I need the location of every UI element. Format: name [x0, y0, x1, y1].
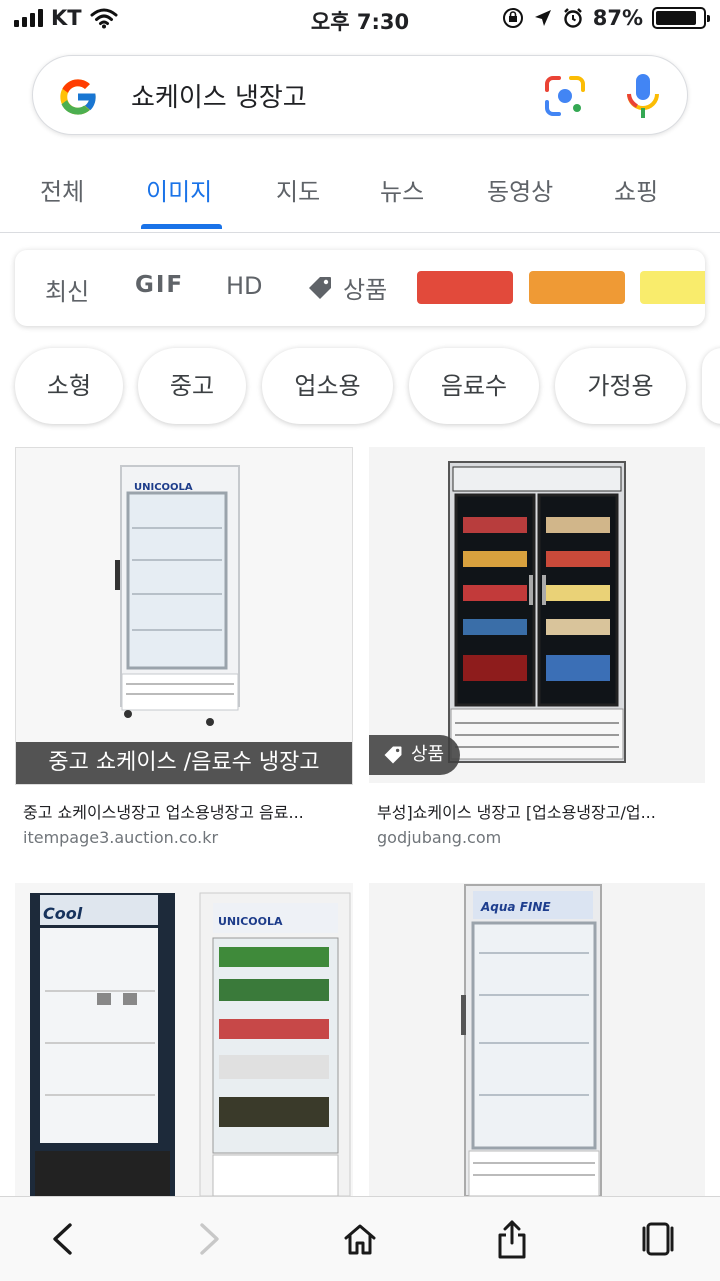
product-badge: 상품: [369, 735, 461, 775]
fridge-image: Cool UNICOOLA: [15, 883, 353, 1196]
tabs-button[interactable]: [636, 1217, 680, 1261]
chip-commercial[interactable]: 업소용: [262, 348, 393, 424]
result-source: itempage3.auction.co.kr: [23, 828, 219, 847]
filter-hd[interactable]: HD: [226, 272, 263, 300]
tag-icon: [309, 276, 331, 299]
search-input[interactable]: 쇼케이스 냉장고: [131, 77, 307, 114]
chip-small[interactable]: 소형: [15, 348, 123, 424]
filter-bar: 최신 GIF HD 상품: [15, 250, 705, 326]
fridge-image: Aqua FINE: [369, 883, 705, 1196]
tab-videos[interactable]: 동영상: [487, 172, 553, 207]
battery-icon: [652, 7, 710, 29]
share-icon: [498, 1220, 526, 1259]
result-title[interactable]: 부성]쇼케이스 냉장고 [업소용냉장고/업...: [377, 799, 695, 823]
forward-button[interactable]: [188, 1217, 232, 1261]
tab-maps[interactable]: 지도: [276, 172, 320, 207]
tag-icon: [384, 746, 402, 764]
color-filter-orange[interactable]: [529, 271, 625, 304]
filter-recent[interactable]: 최신: [45, 272, 89, 307]
battery-percent: 87%: [592, 6, 643, 30]
browser-toolbar: [0, 1196, 720, 1281]
result-title[interactable]: 중고 쇼케이스냉장고 업소용냉장고 음료...: [23, 799, 341, 823]
share-button[interactable]: [490, 1217, 534, 1261]
active-tab-indicator: [141, 224, 222, 229]
fridge-image: UNICOOLA: [16, 448, 352, 748]
orientation-lock-icon: [502, 8, 523, 28]
tab-shopping[interactable]: 쇼핑: [614, 172, 658, 207]
result-source: godjubang.com: [377, 828, 502, 847]
status-bar: KT 오후 7:30 87%: [0, 0, 720, 40]
forward-icon: [200, 1223, 219, 1255]
alarm-icon: [563, 8, 582, 28]
filter-product-label: 상품: [343, 276, 388, 304]
search-tabs: 전체 이미지 지도 뉴스 동영상 쇼핑: [0, 150, 720, 233]
fridge-brand-label: Aqua FINE: [480, 900, 551, 914]
chip-beverage[interactable]: 음료수: [409, 348, 539, 424]
status-right: 87%: [502, 6, 710, 30]
chip-used[interactable]: 중고: [138, 348, 246, 424]
result-thumbnail[interactable]: UNICOOLA 중고 쇼케이스 /음료수 냉장고: [15, 447, 353, 785]
product-badge-label: 상품: [411, 744, 445, 765]
color-filter-yellow[interactable]: [640, 271, 705, 304]
result-thumbnail[interactable]: Aqua FINE: [369, 883, 705, 1196]
fridge-brand-label: Cool: [43, 904, 83, 923]
tab-all[interactable]: 전체: [40, 172, 84, 207]
fridge-brand-label: UNICOOLA: [134, 482, 193, 493]
tab-images[interactable]: 이미지: [146, 172, 212, 207]
google-lens-icon[interactable]: [543, 74, 587, 118]
google-logo-icon: [60, 79, 97, 115]
fridge-brand-label: UNICOOLA: [218, 915, 283, 928]
battery-fill: [656, 11, 697, 25]
microphone-icon[interactable]: [625, 72, 661, 120]
home-button[interactable]: [338, 1217, 382, 1261]
search-bar[interactable]: 쇼케이스 냉장고: [32, 55, 688, 135]
filter-gif[interactable]: GIF: [135, 272, 184, 298]
result-thumbnail[interactable]: 상품: [369, 447, 705, 783]
result-thumbnail[interactable]: Cool UNICOOLA: [15, 883, 353, 1196]
chip-more[interactable]: [702, 348, 720, 424]
result-overlay-caption: 중고 쇼케이스 /음료수 냉장고: [16, 742, 352, 784]
color-filter-red[interactable]: [417, 271, 513, 304]
tabs-icon: [642, 1222, 674, 1256]
filter-product[interactable]: 상품: [307, 270, 387, 305]
home-icon: [344, 1224, 376, 1255]
location-icon: [534, 10, 551, 26]
back-icon: [53, 1223, 72, 1255]
chip-household[interactable]: 가정용: [555, 348, 686, 424]
tab-news[interactable]: 뉴스: [380, 172, 424, 207]
fridge-image: [369, 447, 705, 783]
back-button[interactable]: [40, 1217, 84, 1261]
